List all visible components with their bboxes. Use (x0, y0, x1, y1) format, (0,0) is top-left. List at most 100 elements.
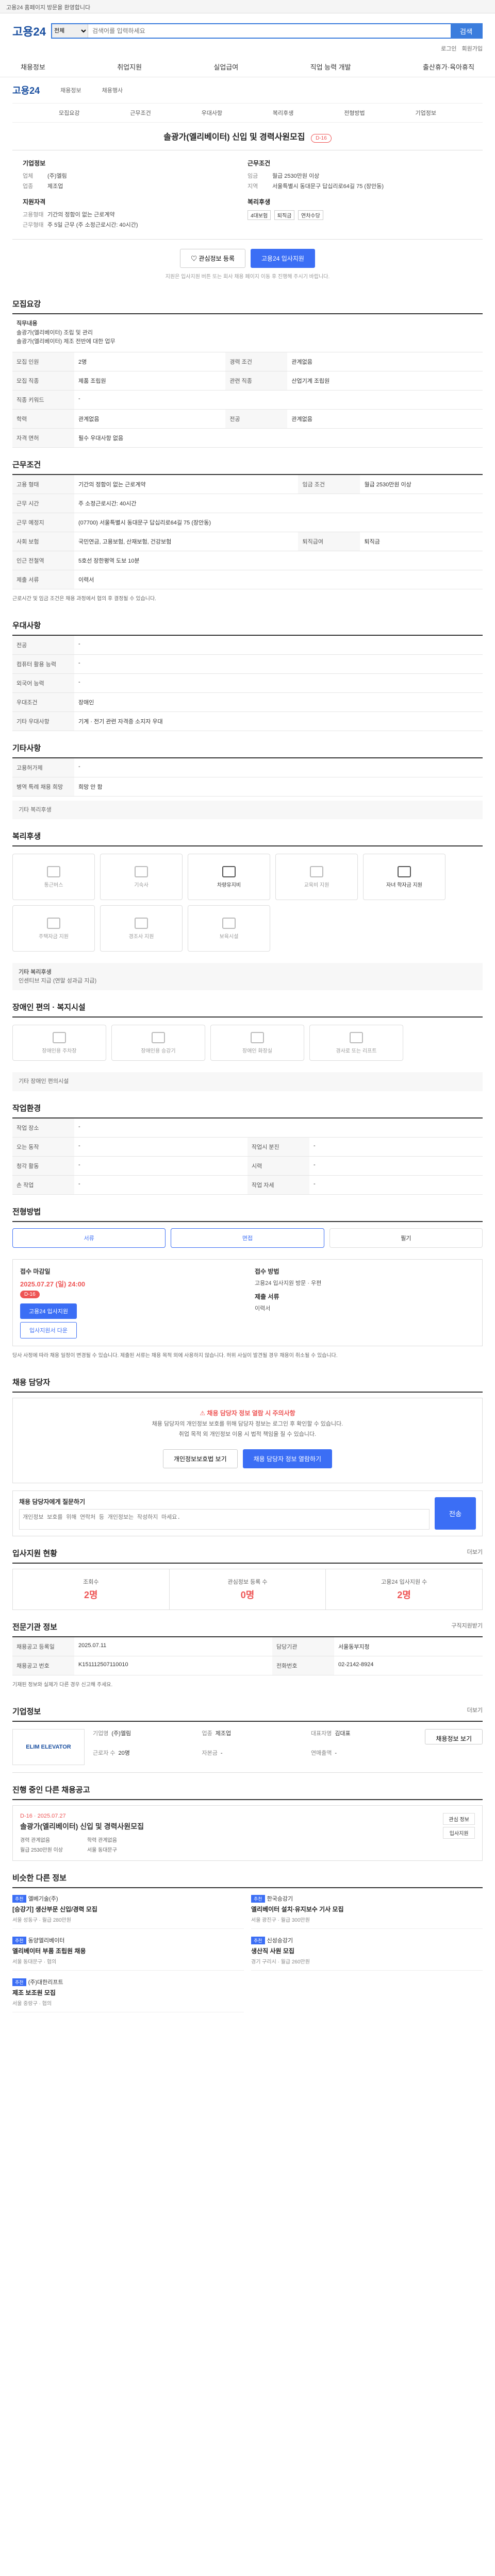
nav-item-support[interactable]: 취업지원 (117, 57, 142, 77)
tab-company[interactable]: 기업정보 (415, 109, 436, 117)
welfare-icons: 통근버스 기숙사 차량유지비 교육비 지원 자녀 학자금 지원 주택자금 지원 … (12, 846, 483, 959)
section-env: 작업환경 작업 장소 - 오는 동작 - 작업시 분진 - 청각 활동 - 시력 - 손 작업… (12, 1103, 483, 1195)
other-scrap-button[interactable]: 관심 정보 (443, 1812, 475, 1825)
search-scope-select[interactable]: 전체 (52, 24, 88, 38)
tab-process[interactable]: 전형방법 (344, 109, 365, 117)
top-banner: 고용24 홈페이지 방문을 환영합니다 (0, 0, 495, 13)
welfare-tag: 연차수당 (298, 210, 323, 220)
table-row: 고용 형태 기간의 정함이 없는 근로계약 임금 조건 월급 2530만원 이상 (12, 474, 483, 494)
company-box: ELIM ELEVATOR 기업명 (주)엘림 업종 제조업 대표자명 김대표 근로자… (12, 1722, 483, 1773)
question-send-button[interactable]: 전송 (435, 1497, 476, 1530)
download-form-button[interactable]: 입사지원서 다운 (20, 1321, 77, 1338)
child-icon (222, 917, 236, 929)
table-row: 고용허가제 - (12, 758, 483, 777)
sub-link-events[interactable]: 채용행사 (102, 86, 123, 94)
section-other-recruit: 진행 중인 다른 채용공고 D-16 · 2025.07.27 솔광가(엘리베이… (12, 1784, 483, 1861)
toilet-icon (251, 1031, 264, 1043)
nav-item-unemployment[interactable]: 실업급여 (213, 57, 238, 77)
table-row: 모집 직종 제품 조립원 관련 직종 산업기계 조립원 (12, 371, 483, 391)
sub-link-jobs[interactable]: 채용정보 (60, 86, 81, 94)
search-row: 고용24 전체 검색 (0, 13, 495, 44)
section-contact: 채용 담당자 ⚠ 채용 담당자 정보 열람 시 주의사항 채용 담당자의 개인정… (12, 1377, 483, 1536)
nav-item-leave[interactable]: 출산휴가·육아휴직 (423, 57, 474, 77)
disabled-toilet: 장애인 화장실 (210, 1025, 304, 1061)
tab-recruit[interactable]: 모집요강 (59, 109, 79, 117)
scrap-button[interactable]: ♡ 관심정보 등록 (180, 249, 245, 268)
work-table: 고용 형태 기간의 정함이 없는 근로계약 임금 조건 월급 2530만원 이상 근무… (12, 474, 483, 589)
view-contact-button[interactable]: 채용 담당자 정보 열람하기 (242, 1449, 333, 1468)
list-item[interactable]: 추천 (주)대한리프트 제조 보조원 모집 서울 중랑구 · 협의 (12, 1978, 244, 2012)
search-input[interactable] (88, 24, 451, 38)
duty-box: 직무내용 솔광가(엘리베이터) 조립 및 관리 솔광가(엘리베이터) 제조 전반… (12, 314, 483, 352)
section-disabled: 장애인 편의 · 복지시설 장애인용 주차장 장애인용 승강기 장애인 화장실 … (12, 1002, 483, 1091)
section-company: 기업정보 더보기 ELIM ELEVATOR 기업명 (주)엘림 업종 제조업 대표자… (12, 1706, 483, 1773)
list-item[interactable]: 추천 한국승강기 엘리베이터 설치·유지보수 기사 모집 서울 광진구 · 월급 30… (251, 1894, 483, 1929)
agency-more-link[interactable]: 구직지원받기 (451, 1621, 483, 1632)
etc-more: 기타 복리후생 (12, 800, 483, 820)
signup-link[interactable]: 회원가입 (462, 44, 483, 53)
list-item[interactable]: 추천 엘베기술(주) [승강기] 생산부문 신입/경력 모집 서울 성동구 · 월급 … (12, 1894, 244, 1929)
graduation-cap-icon (398, 866, 411, 877)
recruit-table: 모집 인원 2명 경력 조건 관계없음 모집 직종 제품 조립원 관련 직종 산업기계 조립… (12, 352, 483, 448)
process-apply-button[interactable]: 고용24 입사지원 (20, 1303, 77, 1319)
question-input[interactable] (19, 1509, 430, 1530)
table-row: 근무 예정지 (07700) 서울특별시 동대문구 답십리로64길 75 (장안동… (12, 513, 483, 532)
book-icon (310, 866, 323, 877)
list-item[interactable]: 추천 신성승강기 생산직 사원 모집 경기 구리시 · 월급 260만원 (251, 1936, 483, 1971)
parking-icon (53, 1031, 66, 1043)
tab-work[interactable]: 근무조건 (130, 109, 151, 117)
car-icon (222, 866, 236, 877)
stat-applies: 고용24 입사지원 수 2명 (381, 1579, 427, 1600)
period-right: 접수 방법 고용24 입사지원 방문 · 우편 제출 서류 이력서 (255, 1267, 322, 1312)
other-recruit-card[interactable]: D-16 · 2025.07.27 솔광가(엘리베이터) 신입 및 경력사원모집… (12, 1805, 483, 1861)
prefer-table: 전공 - 컴퓨터 활용 능력 - 외국어 능력 - 우대조건 장애인 기타 우대사항 기계… (12, 635, 483, 731)
etc-table: 고용허가제 - 병역 특례 채용 희망 희망 안 함 (12, 758, 483, 796)
warning-icon: ⚠ (200, 1409, 207, 1417)
disabled-icons: 장애인용 주차장 장애인용 승강기 장애인 화장실 경사로 또는 리프트 (12, 1018, 483, 1068)
welfare-tag: 4대보험 (248, 210, 271, 220)
period-left: 접수 마감일 2025.07.27 (일) 24:00 D-16 고용24 입사… (13, 1260, 248, 1346)
table-row: 기타 우대사항 기계 · 전기 관련 자격증 소지자 우대 (12, 711, 483, 731)
tab-prefer[interactable]: 우대사항 (202, 109, 222, 117)
work-note: 근로시간 및 임금 조건은 채용 과정에서 협의 후 결정될 수 있습니다. (12, 596, 156, 602)
company-jobs-button[interactable]: 채용정보 보기 (425, 1728, 483, 1744)
stats-box: 조회수 2명 관심정보 등록 수 0명 고용24 입사지원 수 2명 (12, 1568, 483, 1610)
nav-item-jobs[interactable]: 채용정보 (21, 57, 45, 77)
other-apply-button[interactable]: 입사지원 (443, 1826, 475, 1839)
nav-item-training[interactable]: 직업 능력 개발 (310, 57, 351, 77)
stat-views: 조회수 2명 (13, 1569, 170, 1609)
login-link[interactable]: 로그인 (441, 44, 456, 53)
table-row: 손 작업 - 작업 자세 - (12, 1175, 483, 1195)
site-logo[interactable]: 고용24 (12, 23, 46, 39)
list-item[interactable]: 추천 동양엘리베이터 엘리베이터 부품 조립원 채용 서울 동대문구 · 협의 (12, 1936, 244, 1971)
summary-conditions: 근무조건 임금 월급 2530만원 이상 지역 서울특별시 동대문구 답십리로64길… (248, 160, 384, 220)
table-row: 채용공고 번호 K151112507110010 전화번호 02-2142-8924 (12, 1656, 483, 1675)
deadline-date: 2025.07.27 (일) 24:00 (20, 1280, 86, 1288)
process-notes: 당사 사정에 따라 채용 일정이 변경될 수 있습니다. 제출된 서류는 채용 … (12, 1352, 338, 1359)
sub-header: 고용24 채용정보 채용행사 (12, 77, 483, 104)
contact-box: ⚠ 채용 담당자 정보 열람 시 주의사항 채용 담당자의 개인정보 보호를 위… (12, 1397, 483, 1483)
privacy-law-button[interactable]: 개인정보보호법 보기 (162, 1449, 238, 1468)
search-button[interactable]: 검색 (451, 24, 482, 38)
env-table: 작업 장소 - 오는 동작 - 작업시 분진 - 청각 활동 - 시력 - 손 작업 - 작업 자… (12, 1118, 483, 1195)
section-process: 전형방법 서류 면접 필기 접수 마감일 2025.07.27 (일) 24:0… (12, 1206, 483, 1365)
stats-more-link[interactable]: 더보기 (467, 1548, 483, 1558)
section-prefer: 우대사항 전공 - 컴퓨터 활용 능력 - 외국어 능력 - 우대조건 장애인 기타 우… (12, 620, 483, 731)
section-welfare: 복리후생 통근버스 기숙사 차량유지비 교육비 지원 자녀 학자금 지원 주택자… (12, 831, 483, 991)
search-box: 전체 검색 (51, 23, 483, 39)
section-tabs: 모집요강 근무조건 우대사항 복리후생 전형방법 기업정보 (12, 104, 483, 123)
disabled-ramp: 경사로 또는 리프트 (309, 1025, 403, 1061)
disabled-parking: 장애인용 주차장 (12, 1025, 106, 1061)
tab-welfare[interactable]: 복리후생 (273, 109, 293, 117)
table-row: 채용공고 등록일 2025.07.11 담당기관 서울동부지청 (12, 1637, 483, 1656)
company-more-link[interactable]: 더보기 (467, 1706, 483, 1717)
apply-button[interactable]: 고용24 입사지원 (250, 249, 315, 268)
table-row: 모집 인원 2명 경력 조건 관계없음 (12, 352, 483, 371)
sub-logo[interactable]: 고용24 (12, 83, 40, 97)
table-row: 사회 보험 국민연금, 고용보험, 산재보험, 건강보험 퇴직급여 퇴직금 (12, 532, 483, 551)
table-row: 근무 시간 주 소정근로시간: 40시간 (12, 494, 483, 513)
welfare-item-bus: 통근버스 (12, 854, 95, 901)
welfare-item-dorm: 기숙사 (100, 854, 183, 901)
period-box: 접수 마감일 2025.07.27 (일) 24:00 D-16 고용24 입사… (12, 1259, 483, 1346)
bed-icon (135, 866, 148, 877)
